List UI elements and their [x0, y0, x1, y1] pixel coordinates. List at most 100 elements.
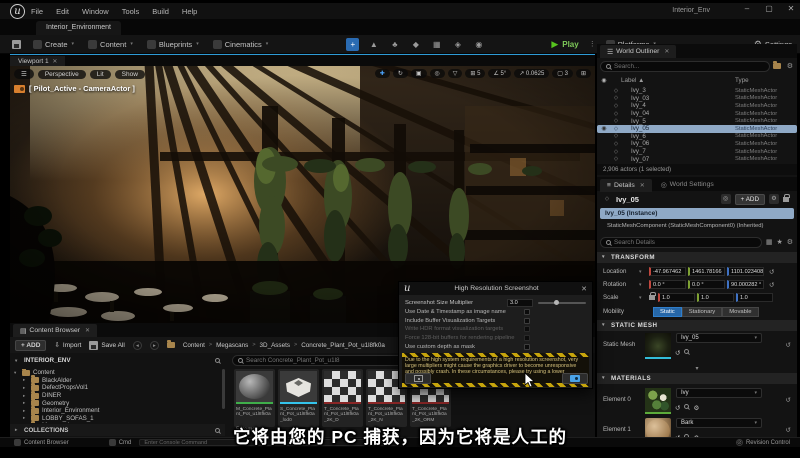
chevron-down-icon[interactable]: ▾	[639, 295, 649, 301]
expand-chevron-icon[interactable]: ▾	[597, 365, 797, 372]
axis-y-value[interactable]: 1.0	[697, 293, 734, 302]
back-icon[interactable]: ◂	[133, 341, 142, 350]
capture-region-button[interactable]	[405, 373, 431, 384]
restore-button[interactable]: ▢	[764, 4, 774, 13]
menu-file[interactable]: File	[31, 7, 43, 16]
world-space-toggle[interactable]: ◎	[430, 69, 445, 78]
browse-icon[interactable]	[684, 349, 689, 354]
cb-save-all-button[interactable]: Save All	[89, 341, 125, 350]
screenshot-option[interactable]: Include Buffer Visualization Targets	[399, 317, 592, 326]
mesh-paint-mode[interactable]: ▦	[430, 38, 443, 51]
expand-arrow-icon[interactable]: ▸	[23, 385, 28, 391]
close-icon[interactable]: ✕	[52, 59, 57, 65]
outliner-row[interactable]: ◇Ivy_7StaticMeshActor	[597, 148, 797, 156]
camera-icon[interactable]	[14, 85, 25, 93]
outliner-row[interactable]: ◇Ivy_3StaticMeshActor	[597, 87, 797, 95]
folder-row[interactable]: ▸DINER	[12, 392, 222, 400]
animation-mode[interactable]: ◉	[472, 38, 485, 51]
minimize-button[interactable]: –	[742, 4, 752, 13]
play-button[interactable]: Play	[562, 40, 578, 49]
favorites-icon[interactable]: ★	[776, 238, 782, 246]
close-icon[interactable]: ✕	[85, 327, 90, 334]
close-icon[interactable]: ✕	[581, 285, 587, 293]
cb-import-button[interactable]: ⇩Import	[54, 341, 81, 349]
property-label[interactable]: Scale	[603, 294, 639, 301]
expand-arrow-icon[interactable]: ▸	[23, 400, 28, 406]
chevron-down-icon[interactable]: ▾	[639, 282, 649, 288]
axis-z-value[interactable]: 90.000282 °	[727, 280, 764, 289]
lock-icon[interactable]	[783, 197, 789, 202]
eye-icon[interactable]: ◉	[597, 77, 611, 84]
materials-section-header[interactable]: ▾MATERIALS	[597, 373, 797, 384]
slider-handle[interactable]	[554, 300, 559, 305]
rotation-snap-toggle[interactable]: ∠ 5°	[488, 69, 511, 78]
outliner-row[interactable]: ◇Ivy_03StaticMeshActor	[597, 95, 797, 103]
cb-add-button[interactable]: + ADD	[15, 340, 46, 351]
breadcrumb-item[interactable]: Concrete_Plant_Pot_u1l8fk0a	[301, 342, 385, 349]
browse-icon[interactable]	[684, 404, 689, 409]
grid-view-icon[interactable]: ▦	[766, 238, 773, 246]
lock-icon[interactable]	[649, 295, 655, 300]
component-row-staticmesh[interactable]: StaticMeshComponent (StaticMeshComponent…	[607, 221, 795, 231]
folder-row[interactable]: ▸Mannequin	[12, 422, 222, 423]
close-icon[interactable]: ✕	[640, 182, 645, 189]
outliner-search[interactable]	[600, 61, 770, 72]
axis-x-value[interactable]: 1.0	[658, 293, 695, 302]
static-mesh-section-header[interactable]: ▾STATIC MESH	[597, 320, 797, 331]
outliner-row[interactable]: ◇Ivy_06StaticMeshActor	[597, 140, 797, 148]
rotate-tool[interactable]: ↻	[393, 69, 408, 78]
outliner-row[interactable]: ◇Ivy_04StaticMeshActor	[597, 110, 797, 118]
mobility-static[interactable]: Static	[653, 307, 682, 317]
close-button[interactable]: ✕	[786, 4, 796, 13]
tab-details[interactable]: ≡Details✕	[600, 179, 652, 192]
outliner-row[interactable]: ◇Ivy_07StaticMeshActor	[597, 155, 797, 163]
menu-tools[interactable]: Tools	[122, 7, 140, 16]
reset-icon[interactable]: ↺	[769, 281, 774, 289]
cinematics-button[interactable]: Cinematics▾	[213, 40, 269, 49]
tab-content-browser[interactable]: ▤Content Browser✕	[13, 324, 97, 337]
outliner-row[interactable]: ◉◇Ivy_05StaticMeshActor	[597, 125, 797, 133]
grid-snap-toggle[interactable]: ⊞ 5	[465, 69, 485, 78]
component-row-instance[interactable]: Ivy_05 (Instance)	[600, 208, 794, 219]
static-mesh-dropdown[interactable]: Ivy_05▾	[676, 333, 762, 343]
details-search[interactable]	[600, 237, 762, 248]
dialog-titlebar[interactable]: u High Resolution Screenshot ✕	[399, 282, 592, 295]
capture-button[interactable]	[562, 373, 588, 384]
multiplier-slider[interactable]	[538, 302, 586, 304]
add-component-button[interactable]: + ADD	[735, 194, 765, 205]
scale-snap-toggle[interactable]: ↗ 0.0625	[514, 69, 549, 78]
column-label[interactable]: Label ▲	[621, 77, 735, 84]
material-settings-icon[interactable]: ⚙	[693, 404, 699, 412]
play-options-icon[interactable]: ⋮	[589, 40, 596, 48]
menu-window[interactable]: Window	[82, 7, 109, 16]
details-settings-icon[interactable]: ⚙	[787, 238, 793, 246]
material-thumbnail-ivy[interactable]	[645, 388, 671, 414]
expand-arrow-icon[interactable]: ▸	[23, 393, 28, 399]
fracture-mode[interactable]: ◈	[451, 38, 464, 51]
perspective-dropdown[interactable]: Perspective	[38, 70, 86, 79]
menu-edit[interactable]: Edit	[56, 7, 69, 16]
close-icon[interactable]: ✕	[664, 48, 669, 55]
cb-sources-header[interactable]: ▾ INTERIOR_ENV	[10, 354, 225, 367]
use-selected-icon[interactable]: ↺	[675, 349, 680, 357]
content-button[interactable]: Content▾	[88, 40, 133, 49]
screenshot-option[interactable]: Use Date & Timestamp as image name	[399, 308, 592, 317]
expand-arrow-icon[interactable]: ▾	[14, 370, 19, 376]
axis-y-value[interactable]: 1461.78166	[688, 267, 725, 276]
folder-row[interactable]: ▾Content	[12, 369, 222, 377]
asset-tile[interactable]: M_Concrete_Plant_Pot_u1l8fk0a	[234, 369, 275, 427]
reset-icon[interactable]: ↺	[769, 268, 774, 276]
expand-arrow-icon[interactable]: ▸	[23, 415, 28, 421]
search-icon[interactable]	[215, 358, 220, 363]
tab-world-outliner[interactable]: ☰World Outliner✕	[600, 45, 676, 58]
link-icon[interactable]: ◎	[721, 194, 731, 204]
new-folder-icon[interactable]	[773, 63, 781, 69]
folder-row[interactable]: ▸BlackAlder	[12, 377, 222, 385]
checkbox[interactable]	[524, 309, 530, 315]
outliner-row[interactable]: ◇Ivy_4StaticMeshActor	[597, 102, 797, 110]
checkbox[interactable]	[524, 344, 530, 350]
expand-arrow-icon[interactable]: ▸	[23, 377, 28, 383]
expand-arrow-icon[interactable]: ▸	[23, 408, 28, 414]
play-icon[interactable]: ▶	[551, 39, 558, 50]
mobility-stationary[interactable]: Stationary	[682, 307, 723, 317]
